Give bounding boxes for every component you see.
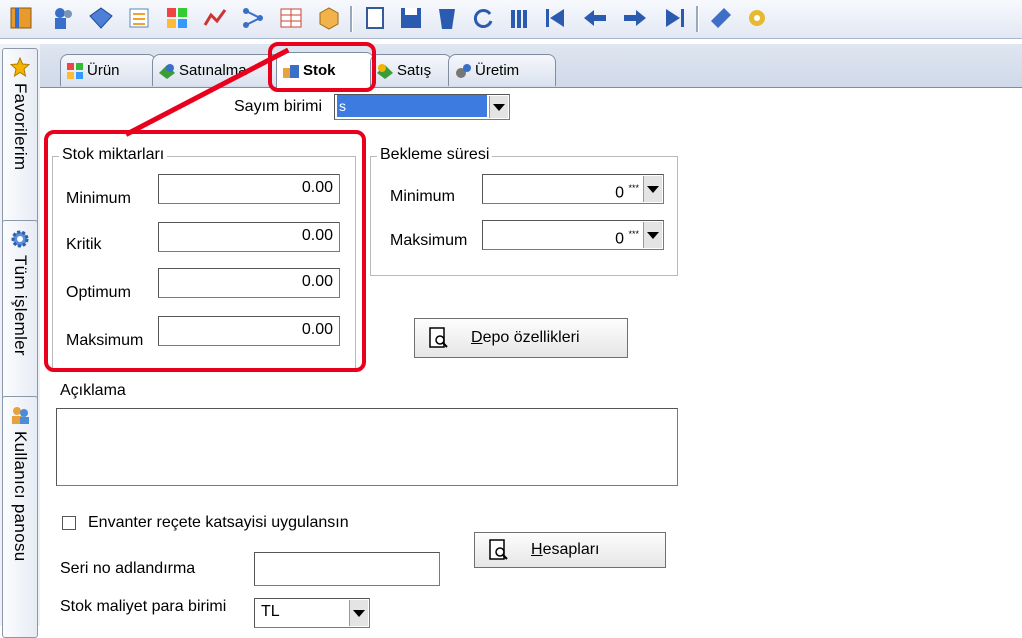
serial-field[interactable] [254, 552, 440, 586]
stock-maximum-label: Maksimum [66, 332, 144, 349]
tab-label: Üretim [475, 62, 520, 79]
users-icon [10, 405, 30, 425]
wait-minimum-unit: *** [628, 183, 639, 193]
tab-strip: Ürün Satınalma Stok Satış Üretim [40, 44, 1022, 88]
settings-icon[interactable] [742, 3, 772, 33]
wait-minimum-value: 0 [615, 184, 625, 202]
cost-currency-value: TL [261, 603, 280, 620]
star-icon [9, 56, 31, 78]
chevron-down-icon[interactable] [489, 96, 508, 118]
depot-button-label: epo özellikleri [482, 329, 580, 346]
count-unit-value: s [337, 95, 487, 117]
accounts-button-mnemonic: H [531, 541, 543, 558]
new-doc-icon[interactable] [360, 3, 390, 33]
stock-optimum-label: Optimum [66, 284, 131, 301]
count-unit-label: Sayım birimi [234, 98, 323, 115]
chevron-down-icon[interactable] [643, 222, 662, 248]
tools-icon[interactable] [706, 3, 736, 33]
sidebar-item-label: Favorilerim [11, 83, 30, 171]
side-panel: Favorilerim Tüm işlemler Kullanıcı panos… [0, 44, 41, 638]
stock-amounts-title: Stok miktarları [59, 146, 168, 164]
filter-icon[interactable] [504, 3, 534, 33]
table-icon[interactable] [276, 3, 306, 33]
inventory-checkbox-label: Envanter reçete katsayisi uygulansın [88, 514, 349, 531]
diamond-icon[interactable] [86, 3, 116, 33]
users-icon[interactable] [48, 3, 78, 33]
main-toolbar [0, 0, 1022, 39]
cost-currency-select[interactable]: TL [254, 598, 370, 628]
production-icon [456, 63, 471, 78]
depot-properties-button[interactable]: Depo özellikleri [414, 318, 628, 358]
wait-maximum-unit: *** [628, 229, 639, 239]
refresh-icon[interactable] [468, 3, 498, 33]
depot-button-mnemonic: D [471, 329, 483, 346]
stock-minimum-field[interactable]: 0.00 [158, 174, 340, 204]
stock-tab-panel: Sayım birimi s Stok miktarları Minimum 0… [40, 88, 1022, 628]
prev-icon[interactable] [580, 3, 610, 33]
stock-maximum-field[interactable]: 0.00 [158, 316, 340, 346]
tab-uretim[interactable]: Üretim [448, 54, 556, 86]
stock-optimum-field[interactable]: 0.00 [158, 268, 340, 298]
grid-icon[interactable] [162, 3, 192, 33]
product-icon [67, 62, 83, 79]
list-icon[interactable] [124, 3, 154, 33]
wait-time-title: Bekleme süresi [377, 146, 493, 164]
first-icon[interactable] [540, 3, 570, 33]
tab-label: Stok [303, 62, 336, 79]
tab-satinalma[interactable]: Satınalma [152, 54, 280, 86]
chart-icon[interactable] [200, 3, 230, 33]
sidebar-item-favorites[interactable]: Favorilerim [2, 48, 38, 236]
stock-icon [283, 64, 299, 78]
chevron-down-icon[interactable] [643, 176, 662, 202]
magnifier-doc-icon [429, 327, 448, 348]
stock-minimum-label: Minimum [66, 190, 131, 207]
book-icon[interactable] [6, 3, 36, 33]
last-icon[interactable] [660, 3, 690, 33]
inventory-checkbox[interactable] [62, 516, 76, 530]
tab-urun[interactable]: Ürün [60, 54, 156, 86]
magnifier-doc-icon [489, 539, 508, 560]
tab-label: Satış [397, 62, 432, 79]
sidebar-item-label: Tüm işlemler [11, 255, 30, 356]
purchase-icon [159, 63, 175, 79]
network-icon[interactable] [238, 3, 268, 33]
wait-minimum-field[interactable]: 0 *** [482, 174, 664, 204]
sales-icon [377, 63, 393, 79]
stock-critical-field[interactable]: 0.00 [158, 222, 340, 252]
box-icon[interactable] [314, 3, 344, 33]
save-icon[interactable] [396, 3, 426, 33]
accounts-button-label: esapları [542, 541, 600, 558]
chevron-down-icon[interactable] [349, 600, 368, 626]
wait-maximum-field[interactable]: 0 *** [482, 220, 664, 250]
description-textarea[interactable] [56, 408, 678, 486]
description-label: Açıklama [60, 382, 126, 399]
wait-maximum-value: 0 [615, 230, 625, 248]
accounts-button[interactable]: Hesapları [474, 532, 666, 568]
sidebar-item-all-operations[interactable]: Tüm işlemler [2, 220, 38, 422]
delete-icon[interactable] [432, 3, 462, 33]
tab-label: Ürün [87, 62, 120, 79]
gear-icon [10, 229, 30, 249]
serial-label: Seri no adlandırma [60, 560, 196, 577]
wait-maximum-label: Maksimum [390, 232, 468, 249]
wait-minimum-label: Minimum [390, 188, 455, 205]
sidebar-item-label: Kullanıcı panosu [11, 431, 30, 562]
stock-critical-label: Kritik [66, 236, 102, 253]
next-icon[interactable] [620, 3, 650, 33]
count-unit-select[interactable]: s [334, 94, 510, 120]
tab-satis[interactable]: Satış [370, 54, 452, 86]
cost-currency-label: Stok maliyet para birimi [60, 598, 227, 615]
sidebar-item-user-dashboard[interactable]: Kullanıcı panosu [2, 396, 38, 638]
tab-stok[interactable]: Stok [276, 52, 374, 88]
